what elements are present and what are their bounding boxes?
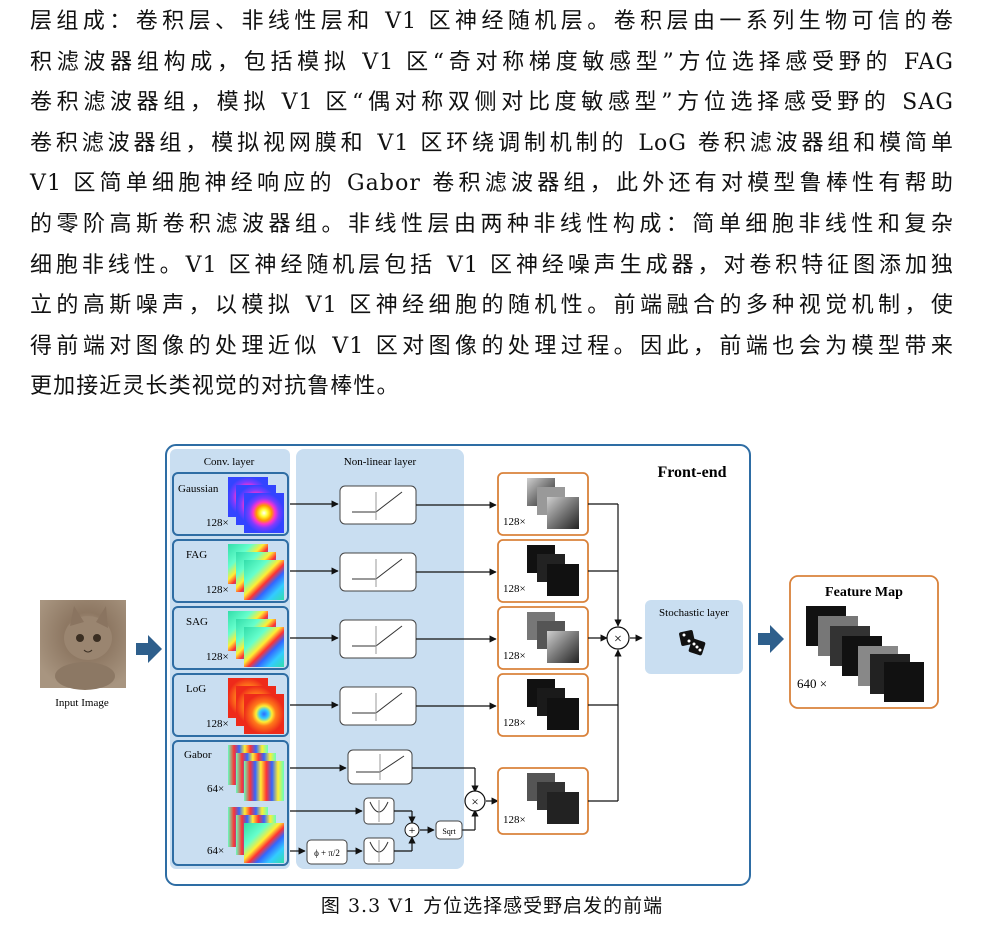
svg-text:Gabor: Gabor [184, 749, 212, 761]
output-arrow [758, 625, 784, 653]
sqrt-label: Sqrt [442, 827, 456, 836]
input-arrow [136, 635, 162, 663]
paragraph-line: 的零阶高斯卷积滤波器组。非线性层由两种非线性构成：简单细胞非线性和复杂 [30, 211, 954, 237]
stochastic-layer-title: Stochastic layer [659, 607, 729, 619]
filter-fag: FAG 128× [172, 539, 289, 603]
svg-text:128×: 128× [206, 517, 229, 529]
paragraph-line: 卷积滤波器组，模拟 V1 区“偶对称双侧对比度敏感型”方位选择感受野的 SAG [30, 90, 954, 116]
frontend-figure: Input Image Front-end Conv. layer Non-li… [40, 444, 939, 886]
paragraph-line: 更加接近灵长类视觉的对抗鲁棒性。 [30, 374, 400, 400]
svg-text:128×: 128× [206, 584, 229, 596]
paragraph-line: 层组成：卷积层、非线性层和 V1 区神经随机层。卷积层由一系列生物可信的卷 [30, 9, 954, 34]
svg-text:128×: 128× [206, 651, 229, 663]
filter-gaussian: Gaussian 128× [172, 472, 289, 536]
svg-text:64×: 64× [207, 845, 224, 857]
svg-text:128×: 128× [503, 717, 526, 729]
filter-gabor: Gabor 64× 64× [172, 740, 289, 866]
svg-text:128×: 128× [503, 814, 526, 826]
feature-map-boxes: 128× 128× 128× 128× 128× [497, 472, 589, 835]
filter-sag: SAG 128× [172, 606, 289, 670]
paragraph-line: 细胞非线性。V1 区神经随机层包括 V1 区神经噪声生成器，对卷积特征图添加独 [30, 252, 954, 278]
nonlinear-layer-title: Non-linear layer [344, 456, 417, 468]
paragraph-line: 积滤波器组构成，包括模拟 V1 区“奇对称梯度敏感型”方位选择感受野的 FAG [30, 49, 954, 75]
paragraph-line: 得前端对图像的处理近似 V1 区对图像的处理过程。因此，前端也会为模型带来 [30, 333, 954, 359]
input-image [40, 600, 126, 690]
paragraph-line: 立的高斯噪声，以模拟 V1 区神经细胞的随机性。前端融合的多种视觉机制，使 [30, 293, 954, 319]
filter-log: LoG 128× [172, 673, 289, 737]
figure-caption: 图 3.3 V1 方位选择感受野启发的前端 [320, 895, 664, 917]
svg-text:Gaussian: Gaussian [178, 483, 219, 495]
input-image-label: Input Image [55, 697, 109, 709]
svg-text:128×: 128× [503, 516, 526, 528]
multiply-symbol: × [614, 632, 622, 647]
svg-text:128×: 128× [503, 650, 526, 662]
frontend-title: Front-end [657, 464, 726, 481]
multiply-symbol: × [471, 794, 478, 809]
paragraph-line: V1 区简单细胞神经响应的 Gabor 卷积滤波器组，此外还有对模型鲁棒性有帮助 [30, 171, 954, 197]
paragraph-line: 卷积滤波器组，模拟视网膜和 V1 区环绕调制机制的 LoG 卷积滤波器组和模简单 [30, 130, 954, 156]
conv-layer-title: Conv. layer [204, 456, 255, 468]
svg-text:SAG: SAG [186, 616, 208, 628]
plus-symbol: + [409, 823, 416, 837]
feature-map-count: 640 × [797, 676, 827, 691]
svg-text:64×: 64× [207, 783, 224, 795]
feature-map-title: Feature Map [825, 585, 903, 600]
phase-shift-label: ϕ + π/2 [314, 848, 340, 858]
svg-text:128×: 128× [503, 583, 526, 595]
svg-text:FAG: FAG [186, 549, 207, 561]
body-paragraph: 层组成：卷积层、非线性层和 V1 区神经随机层。卷积层由一系列生物可信的卷 积滤… [30, 2, 954, 408]
svg-text:LoG: LoG [186, 683, 206, 695]
svg-text:128×: 128× [206, 718, 229, 730]
